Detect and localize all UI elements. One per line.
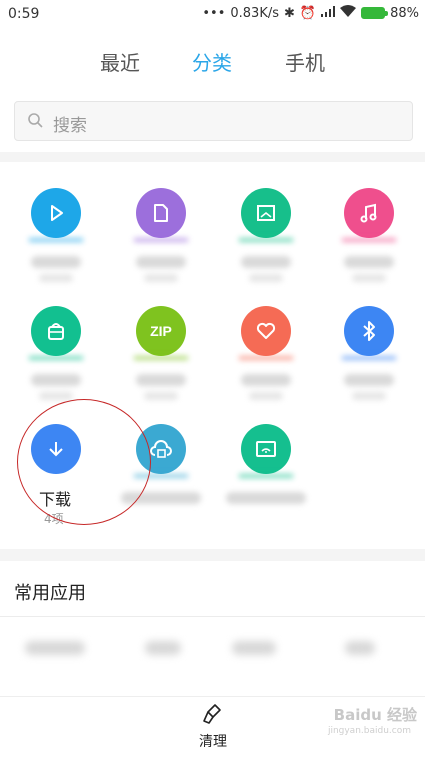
category-video[interactable] (3, 188, 109, 282)
tab-phone[interactable]: 手机 (285, 47, 325, 76)
common-apps-section: 常用应用 (0, 561, 425, 696)
music-icon (344, 188, 394, 238)
broom-icon (201, 704, 225, 729)
category-favorite[interactable] (213, 306, 319, 400)
battery-icon (361, 7, 389, 19)
status-time: 0:59 (8, 6, 40, 22)
remote-icon (241, 424, 291, 474)
category-remote[interactable] (213, 424, 319, 504)
status-indicators: ••• 0.83K/s ✱ ⏰ 88% (202, 5, 419, 21)
apk-icon (31, 306, 81, 356)
search-input[interactable]: 搜索 (14, 101, 413, 141)
search-section: 搜索 (0, 90, 425, 152)
category-grid: ZIP 下载 4项 (0, 162, 425, 549)
play-icon (31, 188, 81, 238)
search-icon (27, 112, 43, 132)
category-document[interactable] (108, 188, 214, 282)
more-dots-icon: ••• (202, 5, 226, 21)
tab-category[interactable]: 分类 (192, 47, 232, 76)
watermark: Baidu 经验 (333, 706, 417, 724)
clean-label: 清理 (199, 734, 227, 750)
search-placeholder: 搜索 (53, 116, 87, 136)
status-bar: 0:59 ••• 0.83K/s ✱ ⏰ 88% (0, 0, 425, 30)
document-icon (136, 188, 186, 238)
blurred-app[interactable] (25, 641, 85, 655)
bluetooth-icon (344, 306, 394, 356)
wifi-icon (340, 5, 357, 21)
blurred-app[interactable] (145, 641, 181, 655)
image-icon (241, 188, 291, 238)
bluetooth-status-icon: ✱ (284, 5, 295, 21)
favorite-icon (241, 306, 291, 356)
category-apk[interactable] (3, 306, 109, 400)
battery-percent: 88% (390, 5, 419, 21)
top-tabs: 最近 分类 手机 (0, 30, 425, 90)
category-bluetooth[interactable] (316, 306, 422, 400)
tab-recent[interactable]: 最近 (100, 47, 140, 76)
common-apps-title: 常用应用 (14, 583, 86, 604)
net-speed: 0.83K/s (230, 5, 279, 21)
alarm-off-icon: ⏰ (299, 5, 317, 21)
divider (0, 616, 425, 617)
blurred-app[interactable] (232, 641, 276, 655)
category-music[interactable] (316, 188, 422, 282)
highlight-circle (17, 399, 151, 525)
blurred-app[interactable] (345, 641, 375, 655)
clean-button[interactable]: 清理 (186, 703, 240, 751)
signal-icon (321, 5, 336, 21)
zip-icon: ZIP (136, 306, 186, 356)
category-zip[interactable]: ZIP (108, 306, 214, 400)
watermark-url: jingyan.baidu.com (327, 726, 411, 736)
category-image[interactable] (213, 188, 319, 282)
